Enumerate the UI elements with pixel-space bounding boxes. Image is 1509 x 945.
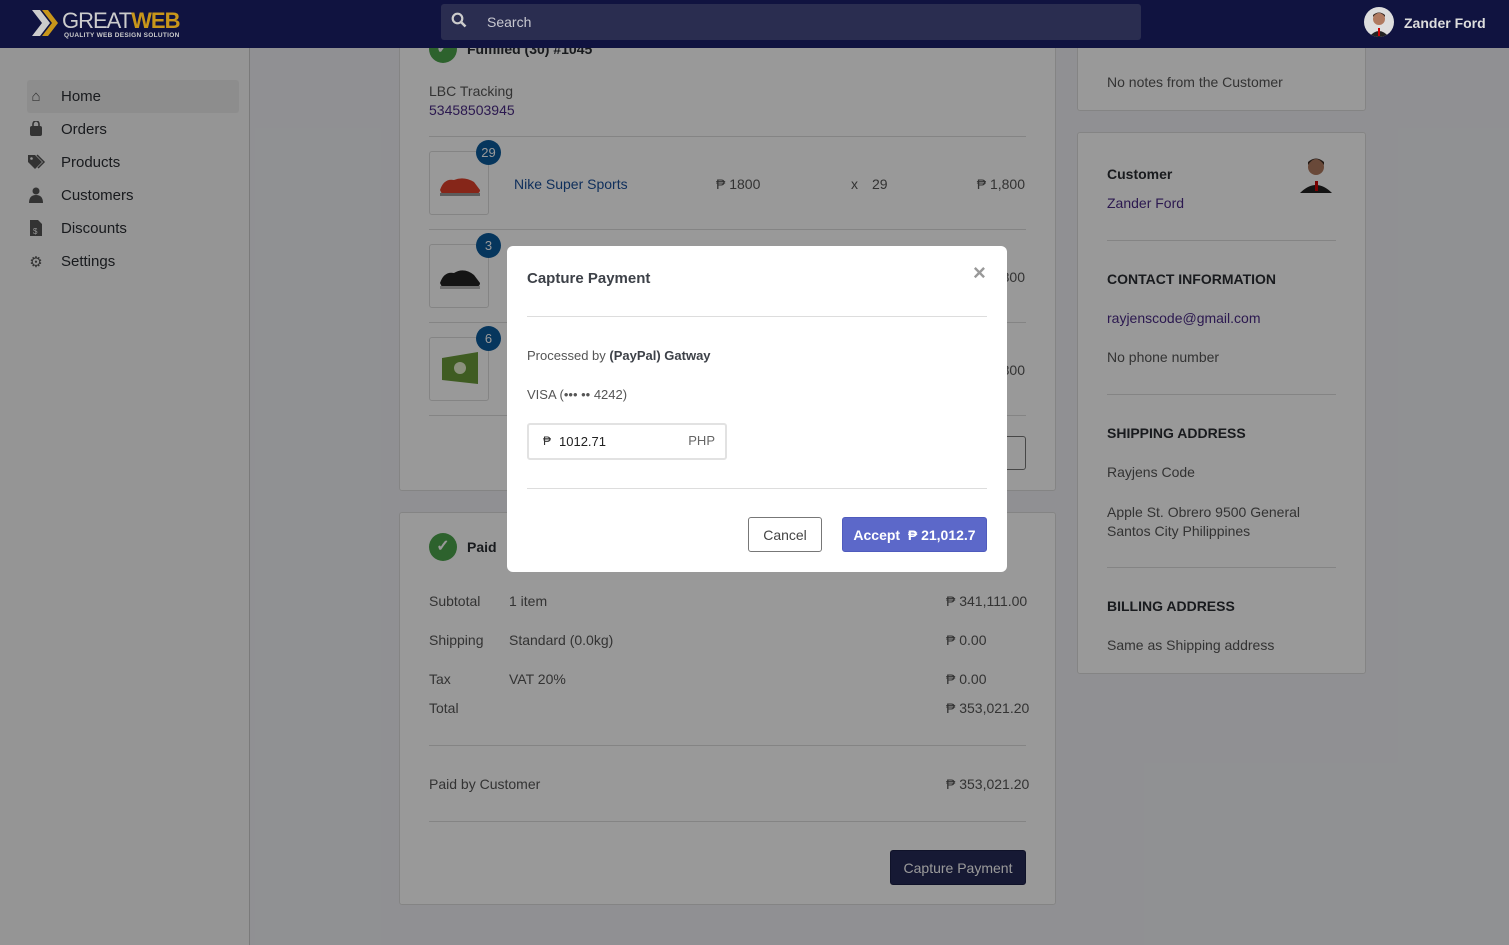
card-info: VISA (••• •• 4242)	[527, 387, 628, 402]
search-icon	[451, 12, 467, 33]
amount-input[interactable]: ₱ 1012.71 PHP	[527, 423, 727, 460]
search-input[interactable]	[487, 4, 1087, 40]
user-avatar[interactable]	[1364, 7, 1394, 37]
close-icon[interactable]: ×	[973, 260, 986, 286]
top-header: GREATWEB QUALITY WEB DESIGN SOLUTION Zan…	[0, 0, 1509, 48]
amount-value: 1012.71	[559, 434, 606, 449]
greatweb-logo[interactable]: GREATWEB QUALITY WEB DESIGN SOLUTION	[32, 8, 192, 42]
search-bar[interactable]	[441, 4, 1141, 40]
divider	[527, 316, 987, 317]
accept-button[interactable]: Accept ₱ 21,012.7	[842, 517, 987, 552]
cancel-button[interactable]: Cancel	[748, 517, 822, 552]
user-name[interactable]: Zander Ford	[1404, 15, 1486, 31]
chevron-logo-icon	[32, 10, 58, 36]
logo-tagline: QUALITY WEB DESIGN SOLUTION	[64, 32, 180, 39]
processed-by-text: Processed by (PayPal) Gatway	[527, 348, 711, 363]
currency-code: PHP	[688, 433, 715, 448]
logo-text: GREATWEB	[62, 8, 180, 33]
capture-payment-modal: Capture Payment × Processed by (PayPal) …	[507, 246, 1007, 572]
peso-sign: ₱	[543, 434, 552, 448]
divider	[527, 488, 987, 489]
modal-title: Capture Payment	[527, 270, 651, 287]
